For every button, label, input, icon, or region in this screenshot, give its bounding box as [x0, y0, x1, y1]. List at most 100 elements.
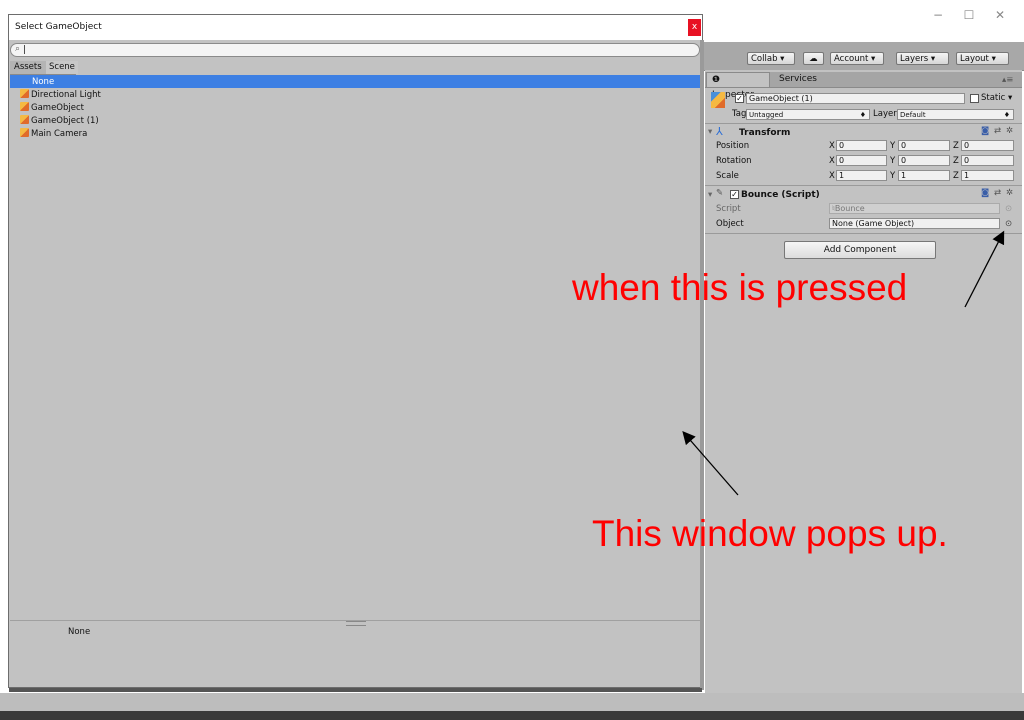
preview-area: [10, 620, 700, 689]
list-item-label: GameObject (1): [31, 116, 99, 126]
preset-icon[interactable]: ⇄: [994, 126, 1001, 136]
taskbar-strip: [0, 711, 1024, 720]
object-label: Object: [716, 219, 744, 229]
select-gameobject-popup: [8, 14, 703, 688]
gameobject-icon: [20, 102, 29, 111]
layer-value: Default: [900, 111, 926, 119]
static-checkbox[interactable]: [970, 94, 979, 103]
tab-assets[interactable]: Assets: [11, 61, 45, 74]
list-item[interactable]: GameObject (1): [20, 115, 99, 127]
script-value: Bounce: [834, 204, 865, 213]
rotation-x-field[interactable]: 0: [836, 155, 887, 166]
gameobject-cube-icon: [711, 92, 725, 108]
divider: [705, 185, 1022, 186]
status-bar: [0, 693, 1024, 711]
axis-z-label: Z: [953, 141, 959, 151]
position-y-field[interactable]: 0: [898, 140, 950, 151]
list-item-label: GameObject: [31, 103, 84, 113]
layer-label: Layer: [873, 109, 897, 119]
tab-inspector[interactable]: ❶ Inspector: [706, 72, 770, 100]
popup-close-button[interactable]: x: [688, 19, 701, 36]
maximize-button[interactable]: ☐: [959, 8, 979, 24]
scale-z-field[interactable]: 1: [961, 170, 1014, 181]
foldout-arrow-icon[interactable]: ▾: [708, 127, 712, 137]
minimize-button[interactable]: −: [928, 8, 948, 24]
axis-y-label: Y: [890, 171, 896, 181]
axis-z-label: Z: [953, 171, 959, 181]
list-item[interactable]: GameObject: [20, 102, 84, 114]
layer-dropdown[interactable]: Default ♦: [897, 109, 1014, 120]
object-field[interactable]: None (Game Object): [829, 218, 1000, 229]
preset-icon[interactable]: ⇄: [994, 188, 1001, 198]
list-item-selected[interactable]: [10, 75, 702, 88]
script-field: ♮Bounce: [829, 203, 1000, 214]
object-picker-button[interactable]: ⊙: [1005, 219, 1012, 229]
cloud-icon: ☁: [809, 54, 818, 64]
search-input[interactable]: [10, 43, 700, 57]
list-item-label: Directional Light: [31, 90, 101, 100]
list-item-none[interactable]: None: [32, 76, 54, 88]
tab-scene[interactable]: Scene: [46, 61, 78, 74]
static-dropdown[interactable]: Static ▾: [981, 93, 1012, 103]
gameobject-icon: [20, 89, 29, 98]
rotation-label: Rotation: [716, 156, 752, 166]
layers-dropdown[interactable]: Layers ▾: [896, 52, 949, 65]
rotation-z-field[interactable]: 0: [961, 155, 1014, 166]
object-name-field[interactable]: GameObject (1): [746, 93, 965, 104]
preview-label: None: [68, 627, 91, 637]
script-label: Script: [716, 204, 741, 214]
tag-value: Untagged: [749, 111, 784, 119]
bounce-script-title: Bounce (Script): [741, 190, 820, 200]
cloud-button[interactable]: ☁: [803, 52, 824, 65]
scale-x-field[interactable]: 1: [836, 170, 887, 181]
annotation-top-note: when this is pressed: [572, 267, 908, 308]
axis-z-label: Z: [953, 156, 959, 166]
popup-bottom-border: [9, 688, 702, 692]
tag-dropdown[interactable]: Untagged ♦: [746, 109, 870, 120]
account-button[interactable]: Account ▾: [830, 52, 884, 65]
transform-icon: ⅄: [716, 125, 723, 138]
transform-title: Transform: [739, 128, 791, 138]
position-label: Position: [716, 141, 750, 151]
tab-services[interactable]: Services: [774, 72, 822, 87]
panel-menu-icon[interactable]: ▴≡: [1002, 75, 1013, 85]
rotation-y-field[interactable]: 0: [898, 155, 950, 166]
list-item[interactable]: Main Camera: [20, 128, 87, 140]
object-picker-icon: ⊙: [1005, 204, 1013, 214]
collab-button[interactable]: Collab ▾: [747, 52, 795, 65]
axis-y-label: Y: [890, 156, 896, 166]
script-enabled-checkbox[interactable]: ✓: [730, 190, 739, 199]
annotation-bottom-note: This window pops up.: [592, 513, 948, 554]
gear-icon[interactable]: ✲: [1006, 126, 1013, 136]
axis-x-label: X: [829, 156, 835, 166]
position-x-field[interactable]: 0: [836, 140, 887, 151]
axis-y-label: Y: [890, 141, 896, 151]
popup-titlebar: [9, 15, 702, 40]
add-component-button[interactable]: Add Component: [784, 241, 936, 259]
scale-y-field[interactable]: 1: [898, 170, 950, 181]
help-icon[interactable]: ◙: [981, 126, 989, 136]
position-z-field[interactable]: 0: [961, 140, 1014, 151]
popup-right-border: [700, 40, 704, 690]
dropdown-arrow-icon: ♦: [1003, 111, 1010, 119]
resize-handle[interactable]: [346, 621, 366, 626]
list-item-label: Main Camera: [31, 129, 88, 139]
script-icon: ✎: [716, 188, 724, 198]
active-checkbox[interactable]: ✓: [735, 94, 744, 103]
search-input-value: |: [23, 45, 27, 55]
list-item[interactable]: Directional Light: [20, 89, 101, 101]
help-icon[interactable]: ◙: [981, 188, 989, 198]
gear-icon[interactable]: ✲: [1006, 188, 1013, 198]
info-icon: ❶: [712, 75, 721, 85]
tag-label: Tag: [732, 109, 747, 119]
divider: [705, 233, 1022, 234]
axis-x-label: X: [829, 141, 835, 151]
close-window-button[interactable]: ✕: [990, 8, 1010, 24]
gameobject-icon: [20, 128, 29, 137]
layout-dropdown[interactable]: Layout ▾: [956, 52, 1009, 65]
foldout-arrow-icon[interactable]: ▾: [708, 190, 712, 200]
dropdown-arrow-icon: ♦: [859, 111, 866, 119]
axis-x-label: X: [829, 171, 835, 181]
search-icon: ⌕: [15, 44, 21, 54]
scale-label: Scale: [716, 171, 739, 181]
